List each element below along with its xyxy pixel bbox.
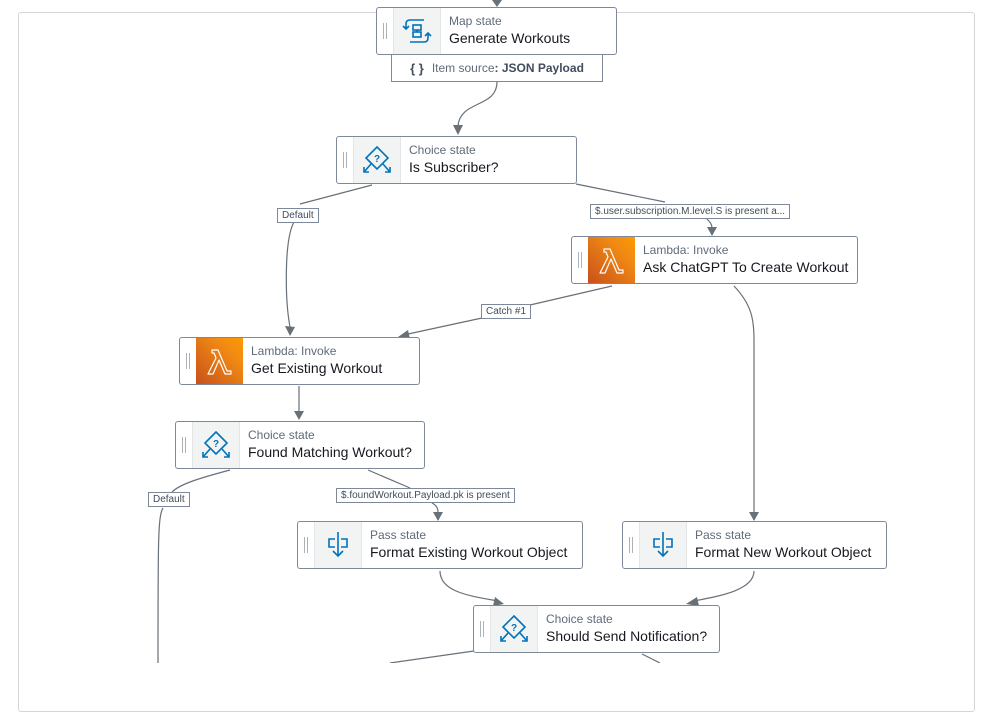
- drag-handle[interactable]: [377, 8, 393, 54]
- pass-state-icon: [639, 522, 687, 568]
- state-name: Should Send Notification?: [546, 628, 708, 644]
- edge-label-catch[interactable]: Catch #1: [481, 304, 532, 319]
- choice-state-icon: ?: [490, 606, 538, 652]
- state-ask-chatgpt[interactable]: Lambda: Invoke Ask ChatGPT To Create Wor…: [571, 236, 858, 284]
- edge-label-default[interactable]: Default: [148, 492, 190, 507]
- edge-found-default-lower: [157, 507, 164, 663]
- state-type: Choice state: [248, 428, 315, 442]
- state-type: Pass state: [695, 528, 752, 542]
- drag-handle[interactable]: [176, 422, 192, 468]
- arrowhead: [285, 326, 295, 336]
- edge-notify-out-left: [389, 650, 475, 663]
- lambda-icon: [196, 338, 243, 384]
- edge-label-default[interactable]: Default: [277, 208, 319, 223]
- state-name: Found Matching Workout?: [248, 444, 412, 460]
- edge-subscriber-default: [299, 184, 373, 205]
- edge-generate-to-subscriber: [457, 81, 498, 127]
- arrowhead: [294, 411, 304, 420]
- state-format-new-workout[interactable]: Pass state Format New Workout Object: [622, 521, 887, 569]
- workflow-canvas[interactable]: Map state Generate Workouts { } Item sou…: [0, 0, 988, 712]
- svg-text:?: ?: [511, 623, 517, 634]
- item-source-value: : JSON Payload: [494, 61, 584, 75]
- edge-notify-out-right: [641, 653, 661, 663]
- state-get-existing-workout[interactable]: Lambda: Invoke Get Existing Workout: [179, 337, 420, 385]
- drag-handle[interactable]: [474, 606, 490, 652]
- svg-text:?: ?: [213, 439, 219, 450]
- state-type: Pass state: [370, 528, 427, 542]
- choice-state-icon: ?: [353, 137, 401, 183]
- edge-format-new-to-notify: [693, 570, 755, 602]
- edge-found-rule: [367, 469, 411, 489]
- state-type: Map state: [449, 14, 502, 28]
- lambda-icon: [588, 237, 635, 283]
- drag-handle[interactable]: [337, 137, 353, 183]
- state-type: Lambda: Invoke: [251, 344, 337, 358]
- edge-subscriber-rule: [575, 183, 666, 203]
- state-name: Ask ChatGPT To Create Workout: [643, 259, 849, 275]
- state-is-subscriber[interactable]: ? Choice state Is Subscriber?: [336, 136, 577, 184]
- edge-label-found-workout-rule[interactable]: $.foundWorkout.Payload.pk is present: [336, 488, 515, 503]
- edge-subscriber-rule-lower: [705, 217, 713, 229]
- state-type: Choice state: [546, 612, 613, 626]
- choice-state-icon: ?: [192, 422, 240, 468]
- edge-format-existing-to-notify: [439, 570, 499, 602]
- state-should-send-notification[interactable]: ? Choice state Should Send Notification?: [473, 605, 720, 653]
- edge-found-rule-lower: [431, 502, 439, 513]
- map-state-icon: [393, 8, 441, 54]
- drag-handle[interactable]: [298, 522, 314, 568]
- state-type: Choice state: [409, 143, 476, 157]
- edge-catch-lower: [407, 317, 483, 335]
- arrowhead: [433, 512, 443, 521]
- state-generate-workouts[interactable]: Map state Generate Workouts: [376, 7, 617, 55]
- state-name: Format Existing Workout Object: [370, 544, 568, 560]
- state-format-existing-workout[interactable]: Pass state Format Existing Workout Objec…: [297, 521, 583, 569]
- edge-catch: [529, 285, 613, 306]
- arrowhead: [492, 0, 502, 7]
- state-name: Get Existing Workout: [251, 360, 383, 376]
- arrowhead: [749, 512, 759, 521]
- edge-chatgpt-to-format-new: [733, 285, 755, 513]
- item-source-label: Item source: [431, 61, 495, 75]
- svg-text:?: ?: [374, 154, 380, 165]
- edge-found-default: [171, 469, 231, 493]
- state-type: Lambda: Invoke: [643, 243, 729, 257]
- arrowhead: [453, 125, 463, 135]
- drag-handle[interactable]: [572, 237, 588, 283]
- json-braces-icon: { }: [410, 60, 424, 76]
- drag-handle[interactable]: [623, 522, 639, 568]
- drag-handle[interactable]: [180, 338, 196, 384]
- arrowhead: [707, 227, 717, 236]
- edge-subscriber-default-lower: [285, 221, 295, 328]
- item-source-footer[interactable]: { } Item source : JSON Payload: [391, 55, 603, 82]
- state-name: Format New Workout Object: [695, 544, 872, 560]
- state-name: Generate Workouts: [449, 30, 571, 46]
- pass-state-icon: [314, 522, 362, 568]
- state-found-matching-workout[interactable]: ? Choice state Found Matching Workout?: [175, 421, 425, 469]
- edge-label-subscription-rule[interactable]: $.user.subscription.M.level.S is present…: [590, 204, 791, 219]
- state-name: Is Subscriber?: [409, 159, 499, 175]
